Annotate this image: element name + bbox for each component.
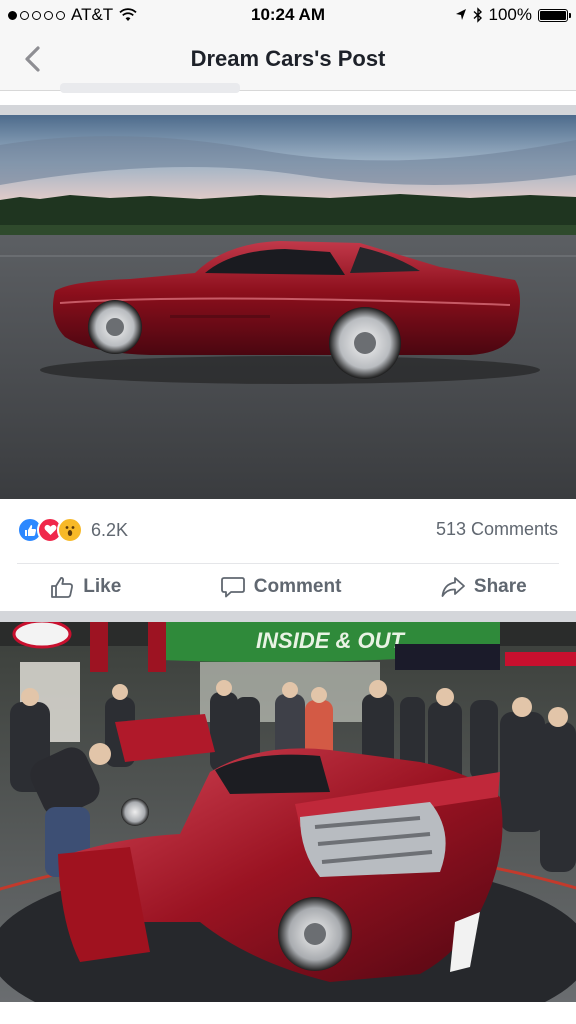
bluetooth-icon bbox=[473, 7, 482, 23]
comment-button[interactable]: Comment bbox=[220, 574, 342, 600]
post-photo-runway-car[interactable] bbox=[0, 115, 576, 499]
expo-banner-text: INSIDE & OUT bbox=[256, 628, 405, 653]
share-arrow-icon bbox=[441, 577, 465, 597]
post-separator bbox=[0, 611, 576, 622]
post-photo-expo-car[interactable]: INSIDE & OUT bbox=[0, 622, 576, 1002]
post-feed[interactable]: 6.2K 513 Comments Like Comment Share INS… bbox=[0, 83, 576, 1024]
like-button[interactable]: Like bbox=[49, 574, 121, 600]
previous-post-sliver bbox=[0, 83, 576, 105]
status-bar: AT&T 10:24 AM 100% bbox=[0, 0, 576, 30]
location-arrow-icon bbox=[455, 9, 466, 20]
post-actions-bar: Like Comment Share bbox=[0, 563, 576, 611]
status-right: 100% bbox=[455, 5, 571, 25]
expo-car-image: INSIDE & OUT bbox=[0, 622, 576, 1002]
wow-reaction-icon bbox=[57, 517, 83, 543]
like-button-label: Like bbox=[83, 576, 122, 597]
comment-button-label: Comment bbox=[253, 576, 342, 597]
page-title: Dream Cars's Post bbox=[190, 46, 386, 71]
reaction-count: 6.2K bbox=[91, 519, 129, 540]
post-engagement-card: 6.2K 513 Comments Like Comment Share bbox=[0, 499, 576, 611]
runway-car-image bbox=[0, 115, 576, 499]
comment-bubble-icon bbox=[220, 577, 245, 598]
battery-icon bbox=[538, 8, 571, 22]
share-button-label: Share bbox=[473, 576, 527, 597]
comments-count-link[interactable]: 513 Comments bbox=[436, 519, 558, 540]
share-button[interactable]: Share bbox=[440, 574, 527, 600]
battery-percent: 100% bbox=[488, 5, 532, 24]
reaction-summary[interactable]: 6.2K bbox=[17, 517, 128, 543]
thumbs-up-icon bbox=[51, 577, 74, 598]
navigation-bar: Dream Cars's Post bbox=[0, 30, 576, 91]
next-post-sliver bbox=[0, 1002, 576, 1024]
